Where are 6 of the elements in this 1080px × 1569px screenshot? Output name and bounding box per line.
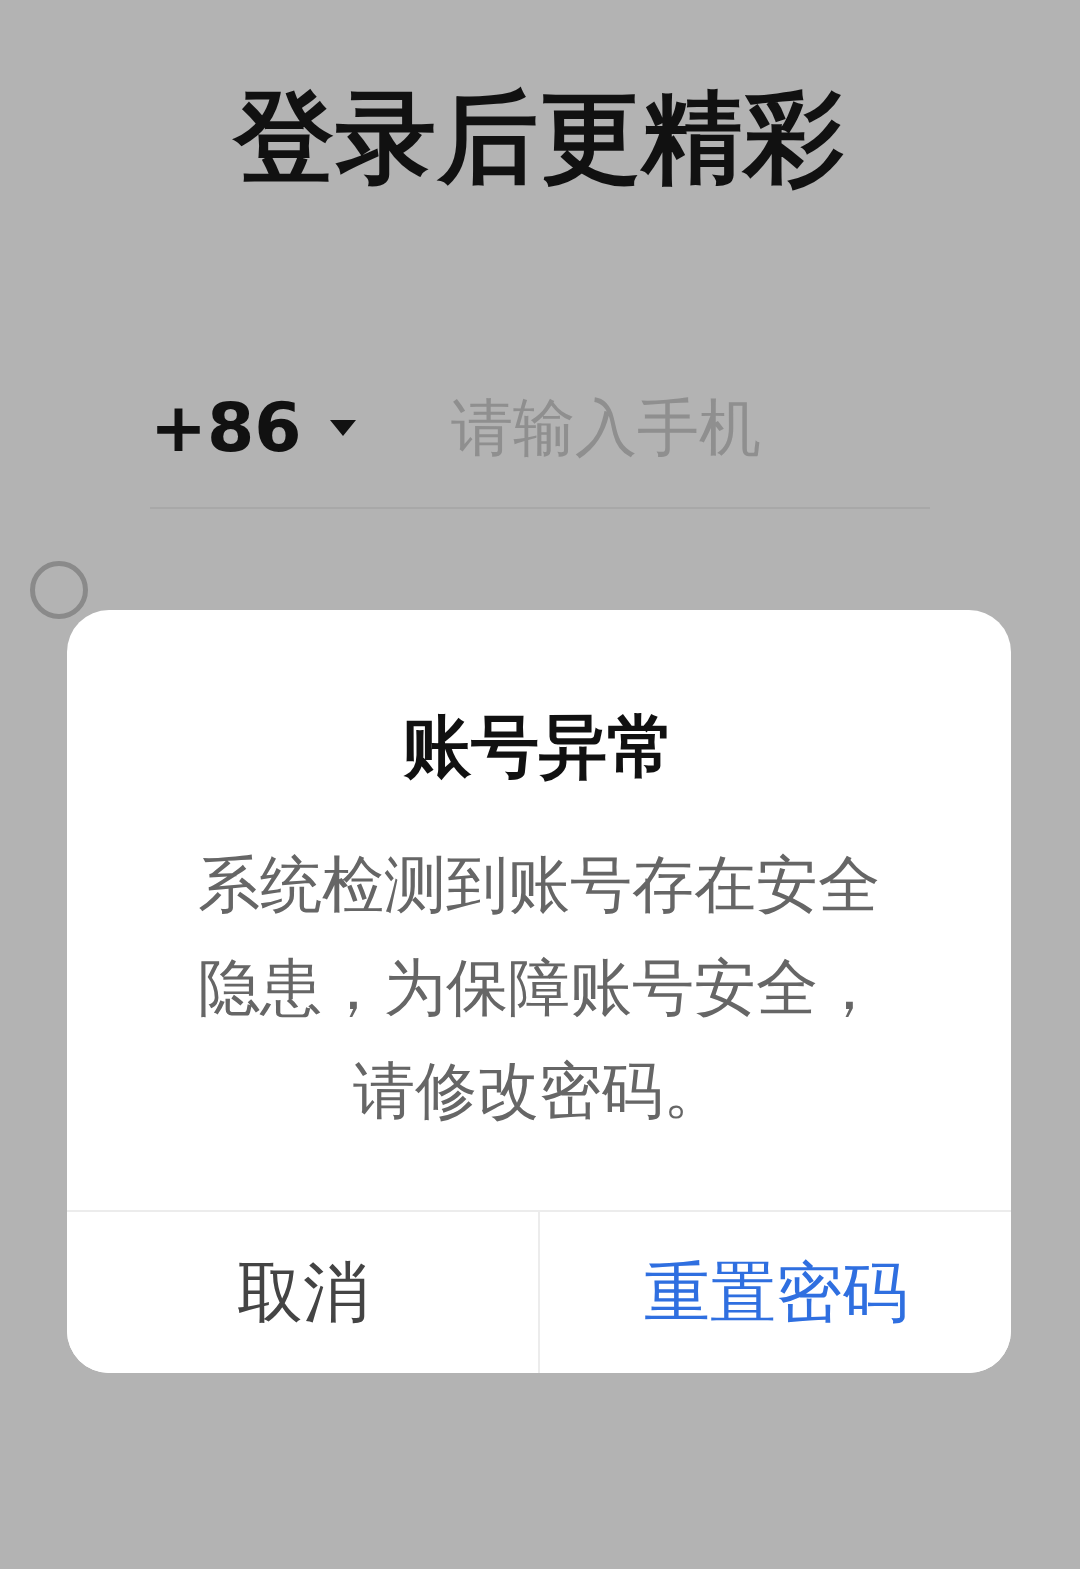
dialog-message: 系统检测到账号存在安全隐患，为保障账号安全，请修改密码。 bbox=[197, 847, 881, 1129]
reset-password-button[interactable]: 重置密码 bbox=[538, 1212, 1011, 1373]
caret-icon[interactable] bbox=[329, 419, 356, 436]
page-title: 登录后更精彩 bbox=[234, 78, 846, 198]
dialog-title: 账号异常 bbox=[402, 706, 676, 788]
country-code[interactable]: +86 bbox=[150, 388, 302, 467]
